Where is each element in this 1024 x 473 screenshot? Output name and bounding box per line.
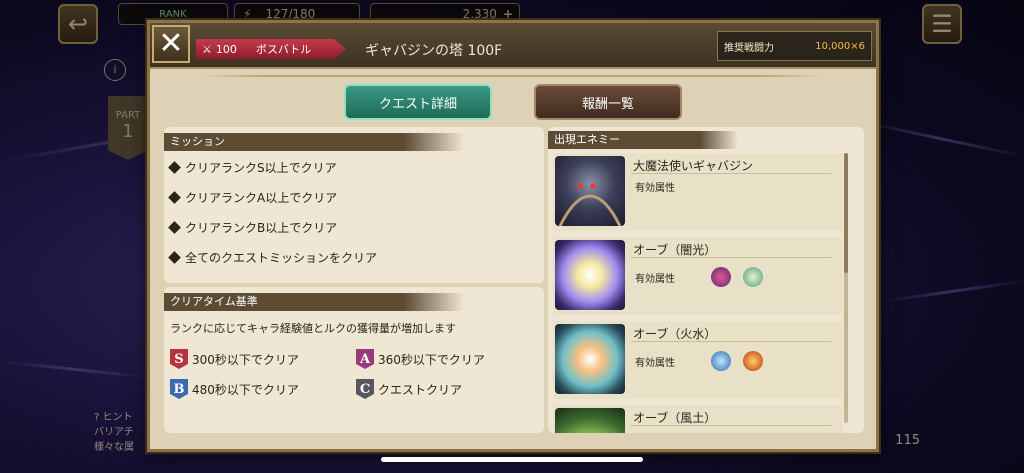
- cleartime-panel: クリアタイム基準 ランクに応じてキャラ経験値とルクの獲得量が増加します S 300…: [164, 287, 544, 433]
- rank-a: A 360秒以下でクリア: [356, 349, 485, 369]
- rank-b-badge-icon: B: [170, 379, 188, 399]
- cleartime-description: ランクに応じてキャラ経験値とルクの獲得量が増加します: [170, 322, 456, 335]
- diamond-icon: [168, 161, 181, 174]
- divider: [202, 75, 822, 77]
- fire-attribute-icon: [743, 351, 763, 371]
- effective-attribute-label: 有効属性: [635, 274, 675, 285]
- enemies-header: 出現エネミー: [548, 131, 738, 149]
- divider: [631, 257, 831, 258]
- quest-title: ギャバジンの塔 100F: [365, 43, 503, 59]
- close-icon: ✕: [158, 26, 184, 61]
- home-indicator[interactable]: [381, 457, 643, 462]
- tab-rewards[interactable]: 報酬一覧: [534, 84, 682, 120]
- quest-detail-modal: ⚔ 100 ボスバトル ギャバジンの塔 100F 推奨戦闘力 10,000×6 …: [147, 20, 879, 452]
- rank-a-badge-icon: A: [356, 349, 374, 369]
- rank-c: C クエストクリア: [356, 379, 462, 399]
- divider: [631, 341, 831, 342]
- dark-attribute-icon: [711, 267, 731, 287]
- rank-c-badge-icon: C: [356, 379, 374, 399]
- enemy-entry[interactable]: 大魔法使いギャバジン 有効属性: [553, 153, 843, 231]
- recommended-power: 推奨戦闘力 10,000×6: [717, 31, 872, 61]
- enemy-name: オーブ（闇光）: [633, 243, 717, 257]
- enemy-entry[interactable]: オーブ（火水） 有効属性: [553, 321, 843, 399]
- orb-fire-water-icon: [555, 324, 625, 394]
- water-attribute-icon: [711, 351, 731, 371]
- rank-b: B 480秒以下でクリア: [170, 379, 299, 399]
- divider: [631, 425, 831, 426]
- boss-portrait-icon: [555, 156, 625, 226]
- sword-icon: ⚔: [202, 42, 212, 56]
- light-attribute-icon: [743, 267, 763, 287]
- mission-item: 全てのクエストミッションをクリア: [168, 249, 377, 266]
- scrollbar-thumb[interactable]: [844, 153, 848, 273]
- tab-quest-details[interactable]: クエスト詳細: [344, 84, 492, 120]
- cleartime-header: クリアタイム基準: [164, 293, 464, 311]
- enemy-name: オーブ（風土）: [633, 411, 717, 425]
- enemy-entry[interactable]: オーブ（風土）: [553, 405, 843, 433]
- mission-panel: ミッション クリアランクS以上でクリア クリアランクA以上でクリア クリアランク…: [164, 127, 544, 283]
- orb-dark-light-icon: [555, 240, 625, 310]
- enemy-name: オーブ（火水）: [633, 327, 717, 341]
- mission-header: ミッション: [164, 133, 464, 151]
- diamond-icon: [168, 251, 181, 264]
- mission-item: クリアランクS以上でクリア: [168, 159, 337, 176]
- rank-s: S 300秒以下でクリア: [170, 349, 299, 369]
- modal-titlebar: ⚔ 100 ボスバトル ギャバジンの塔 100F 推奨戦闘力 10,000×6: [150, 23, 876, 69]
- diamond-icon: [168, 221, 181, 234]
- rank-s-badge-icon: S: [170, 349, 188, 369]
- divider: [631, 173, 831, 174]
- mission-item: クリアランクA以上でクリア: [168, 189, 337, 206]
- enemy-name: 大魔法使いギャバジン: [633, 159, 754, 173]
- enemies-panel: 出現エネミー 大魔法使いギャバジン 有効属性 オーブ（闇光） 有効属性 オーブ（…: [548, 127, 864, 433]
- orb-wind-earth-icon: [555, 408, 625, 433]
- boss-battle-ribbon: ⚔ 100 ボスバトル: [196, 39, 346, 59]
- diamond-icon: [168, 191, 181, 204]
- close-button[interactable]: ✕: [152, 25, 190, 63]
- effective-attribute-label: 有効属性: [635, 183, 675, 194]
- effective-attribute-label: 有効属性: [635, 358, 675, 369]
- enemy-entry[interactable]: オーブ（闇光） 有効属性: [553, 237, 843, 315]
- mission-item: クリアランクB以上でクリア: [168, 219, 337, 236]
